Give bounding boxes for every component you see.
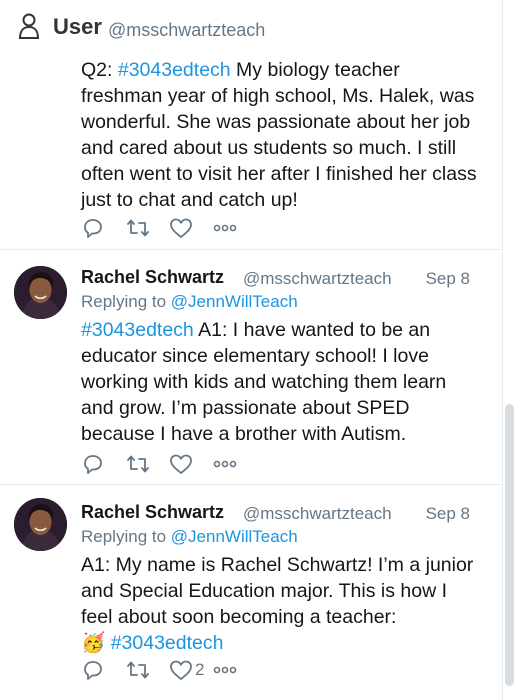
reply-icon	[84, 455, 102, 474]
header-title: User	[53, 14, 102, 39]
hashtag-link[interactable]: #3043edtech	[118, 59, 231, 81]
hashtag-link[interactable]: #3043edtech	[81, 319, 194, 341]
hashtag-link[interactable]: #3043edtech	[111, 632, 224, 654]
author-handle[interactable]: @msschwartzteach	[243, 269, 392, 289]
tweet-date[interactable]: Sep 8	[426, 504, 470, 524]
party-face-emoji: 🥳	[81, 632, 106, 654]
tweet[interactable]: Rachel Schwartz @msschwartzteach Sep 8 R…	[0, 250, 502, 484]
tweet-actions	[81, 450, 257, 478]
reply-icon	[84, 661, 102, 680]
like-button[interactable]: 2	[169, 656, 213, 684]
tweet-text: #3043edtech A1: I have wanted to be an e…	[81, 319, 447, 445]
profile-header: User @msschwartzteach	[0, 0, 502, 59]
heart-icon	[170, 454, 192, 474]
reply-icon	[84, 219, 102, 238]
more-options-button[interactable]	[213, 450, 257, 478]
tweet-thread-window: User @msschwartzteach Q2: #3043edtech My…	[0, 0, 517, 700]
retweet-button[interactable]	[125, 450, 169, 478]
reply-button[interactable]	[81, 656, 125, 684]
avatar-image	[14, 266, 67, 319]
like-button[interactable]	[169, 450, 213, 478]
retweet-icon	[127, 661, 149, 679]
more-options-button[interactable]	[213, 656, 257, 684]
heart-icon	[170, 660, 192, 680]
author-name[interactable]: Rachel Schwartz	[81, 267, 224, 288]
header-handle[interactable]: @msschwartzteach	[108, 20, 265, 41]
avatar-image	[14, 498, 67, 551]
retweet-button[interactable]	[125, 214, 169, 242]
replying-to: Replying to @JennWillTeach	[81, 527, 298, 546]
replying-to: Replying to @JennWillTeach	[81, 292, 298, 311]
replying-to-link[interactable]: @JennWillTeach	[171, 527, 298, 546]
tweet[interactable]: Q2: #3043edtech My biology teacher fresh…	[0, 58, 502, 248]
reply-button[interactable]	[81, 450, 125, 478]
avatar[interactable]	[14, 266, 67, 319]
reply-button[interactable]	[81, 214, 125, 242]
tweet-text: Q2: #3043edtech My biology teacher fresh…	[81, 59, 477, 211]
more-icon	[213, 224, 237, 232]
more-icon	[213, 460, 237, 468]
author-handle[interactable]: @msschwartzteach	[243, 504, 392, 524]
tweet-actions: 2	[81, 656, 257, 684]
replying-to-link[interactable]: @JennWillTeach	[171, 292, 298, 311]
retweet-button[interactable]	[125, 656, 169, 684]
tweet-actions	[81, 214, 257, 242]
like-count: 2	[195, 660, 205, 679]
tweet-date[interactable]: Sep 8	[426, 269, 470, 289]
user-icon	[18, 13, 40, 39]
more-options-button[interactable]	[213, 214, 257, 242]
retweet-icon	[127, 219, 149, 237]
heart-icon	[170, 218, 192, 238]
tweet-text: A1: My name is Rachel Schwartz! I’m a ju…	[81, 554, 474, 654]
like-button[interactable]	[169, 214, 213, 242]
avatar[interactable]	[14, 498, 67, 551]
more-icon	[213, 666, 237, 674]
tweet[interactable]: Rachel Schwartz @msschwartzteach Sep 8 R…	[0, 485, 502, 700]
author-name[interactable]: Rachel Schwartz	[81, 502, 224, 523]
scrollbar-thumb[interactable]	[505, 404, 514, 686]
retweet-icon	[127, 455, 149, 473]
scrollbar[interactable]	[503, 0, 517, 700]
